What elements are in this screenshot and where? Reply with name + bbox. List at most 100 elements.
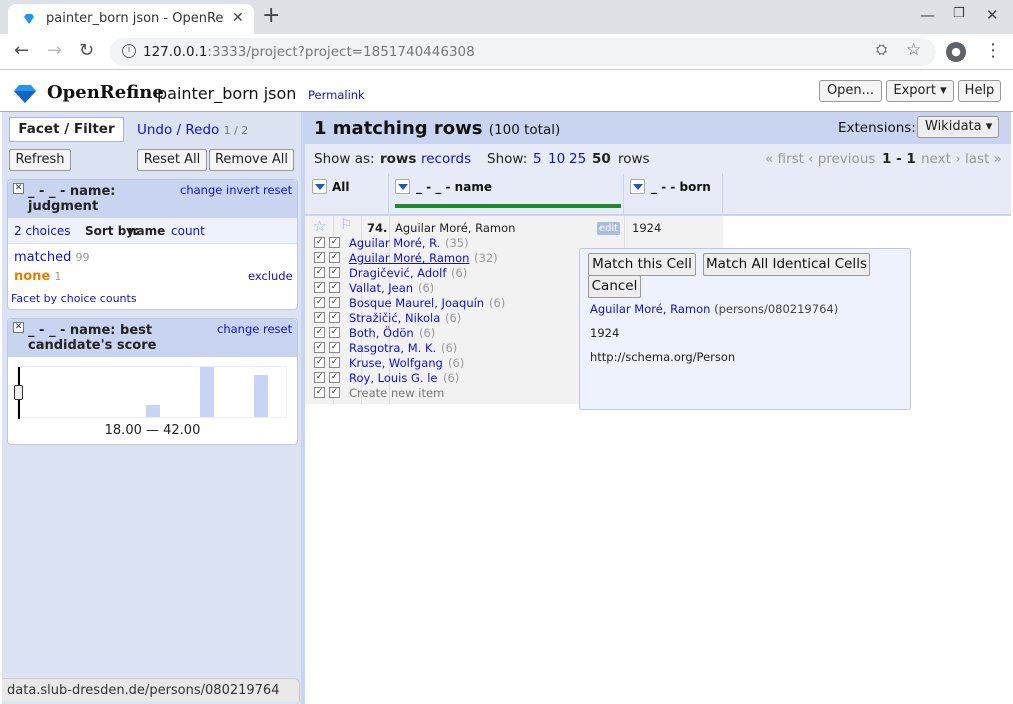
- column-born[interactable]: _ - - born: [625, 174, 723, 216]
- match-all-check-icon[interactable]: ✓: [329, 327, 340, 338]
- pager-next[interactable]: next ›: [921, 151, 961, 167]
- score-histogram[interactable]: [14, 366, 287, 419]
- pager-previous[interactable]: ‹ previous: [808, 151, 875, 167]
- match-all-check-icon[interactable]: ✓: [329, 372, 340, 383]
- match-check-icon[interactable]: ✓: [314, 297, 325, 308]
- mode-records[interactable]: records: [421, 151, 471, 167]
- candidate-name[interactable]: Kruse, Wolfgang: [349, 356, 443, 370]
- open-button[interactable]: Open...: [819, 80, 882, 102]
- page-size-50[interactable]: 50: [592, 151, 611, 167]
- help-button[interactable]: Help: [958, 80, 1001, 102]
- export-button[interactable]: Export ▾: [886, 80, 954, 102]
- column-menu-icon[interactable]: [312, 179, 327, 194]
- column-menu-icon[interactable]: [395, 179, 410, 194]
- openrefine-logo-icon[interactable]: [14, 85, 36, 103]
- create-check-icon[interactable]: ✓: [314, 387, 325, 398]
- sort-by-name[interactable]: name: [128, 224, 165, 238]
- match-all-check-icon[interactable]: ✓: [329, 252, 340, 263]
- reset-all-button[interactable]: Reset All: [137, 149, 207, 171]
- refresh-button[interactable]: Refresh: [9, 149, 71, 171]
- match-all-check-icon[interactable]: ✓: [329, 282, 340, 293]
- create-new-label[interactable]: Create new item: [349, 386, 444, 400]
- remove-facet-icon[interactable]: ✕: [13, 183, 24, 194]
- account-icon[interactable]: ●: [946, 42, 966, 62]
- browser-tab[interactable]: painter_born json - OpenRefine ✕: [8, 4, 254, 34]
- column-all[interactable]: All: [305, 174, 389, 216]
- candidate-name[interactable]: Stražičić, Nikola: [349, 311, 440, 325]
- tab-undo-redo[interactable]: Undo / Redo 1 / 2: [137, 122, 248, 138]
- reload-icon[interactable]: ↻: [79, 39, 94, 63]
- choice-matched[interactable]: matched 99: [14, 250, 90, 265]
- bookmark-star-icon[interactable]: ☆: [906, 40, 921, 60]
- pager-first[interactable]: « first: [765, 151, 804, 167]
- remove-all-button[interactable]: Remove All: [209, 149, 294, 171]
- remove-facet-icon[interactable]: ✕: [13, 322, 24, 333]
- match-check-icon[interactable]: ✓: [314, 342, 325, 353]
- sort-by-count[interactable]: count: [171, 224, 205, 238]
- permalink-link[interactable]: Permalink: [308, 88, 365, 102]
- match-check-icon[interactable]: ✓: [314, 312, 325, 323]
- translate-icon[interactable]: ⛭: [876, 42, 887, 58]
- match-all-check-icon[interactable]: ✓: [329, 357, 340, 368]
- facet-change-link[interactable]: change: [180, 183, 222, 197]
- info-icon[interactable]: i: [122, 44, 136, 58]
- match-check-icon[interactable]: ✓: [314, 357, 325, 368]
- match-check-icon[interactable]: ✓: [314, 327, 325, 338]
- forward-icon[interactable]: →: [47, 39, 62, 63]
- match-all-check-icon[interactable]: ✓: [329, 342, 340, 353]
- minimize-icon[interactable]: —: [920, 6, 935, 24]
- pager-last[interactable]: last »: [965, 151, 1002, 167]
- tab-facet-filter[interactable]: Facet / Filter: [9, 117, 124, 142]
- close-window-icon[interactable]: ✕: [986, 6, 999, 24]
- candidate-name[interactable]: Roy, Louis G. le: [349, 371, 438, 385]
- new-tab-icon[interactable]: +: [262, 4, 280, 28]
- facet-reset-link[interactable]: reset: [263, 183, 292, 197]
- facet-by-choice-counts-link[interactable]: Facet by choice counts: [11, 292, 137, 305]
- match-check-icon[interactable]: ✓: [314, 282, 325, 293]
- page-size-5[interactable]: 5: [533, 151, 542, 167]
- match-all-check-icon[interactable]: ✓: [329, 237, 340, 248]
- range-handle-left[interactable]: [14, 385, 23, 400]
- facet-invert-link[interactable]: invert: [226, 183, 260, 197]
- edit-cell-button[interactable]: edit: [597, 222, 620, 235]
- extensions-dropdown[interactable]: Wikidata ▾: [917, 116, 999, 138]
- match-check-icon[interactable]: ✓: [314, 252, 325, 263]
- candidate-name[interactable]: Rasgotra, M. K.: [349, 341, 436, 355]
- match-check-icon[interactable]: ✓: [314, 237, 325, 248]
- choice-none[interactable]: none 1: [14, 269, 61, 284]
- page-size-25[interactable]: 25: [569, 151, 586, 167]
- match-check-icon[interactable]: ✓: [314, 372, 325, 383]
- project-name[interactable]: painter_born json: [157, 84, 296, 103]
- match-all-identical-button[interactable]: Match All Identical Cells: [703, 253, 870, 276]
- candidate-name[interactable]: Dragičević, Adolf: [349, 266, 446, 280]
- address-bar[interactable]: i 127.0.0.1:3333/project?project=1851740…: [110, 38, 936, 66]
- mode-rows[interactable]: rows: [380, 151, 416, 167]
- match-all-check-icon[interactable]: ✓: [329, 312, 340, 323]
- candidate-name[interactable]: Aguilar Moré, Ramon: [349, 251, 469, 265]
- match-all-check-icon[interactable]: ✓: [329, 267, 340, 278]
- restore-icon[interactable]: ❐: [953, 6, 965, 21]
- entity-link[interactable]: Aguilar Moré, Ramon: [590, 302, 710, 316]
- page-size-10[interactable]: 10: [548, 151, 565, 167]
- facet-change-link[interactable]: change: [217, 322, 259, 336]
- column-menu-icon[interactable]: [630, 179, 645, 194]
- back-icon[interactable]: ←: [14, 39, 29, 63]
- candidate-name[interactable]: Vallat, Jean: [349, 281, 413, 295]
- column-name[interactable]: _ - _ - name: [390, 174, 624, 216]
- cancel-button[interactable]: Cancel: [588, 275, 641, 298]
- create-all-check-icon[interactable]: ✓: [329, 387, 340, 398]
- app-brand[interactable]: OpenRefine: [47, 82, 164, 103]
- star-icon[interactable]: ☆: [313, 217, 326, 235]
- close-tab-icon[interactable]: ✕: [232, 10, 244, 26]
- match-check-icon[interactable]: ✓: [314, 267, 325, 278]
- candidate-name[interactable]: Bosque Maurel, Joaquín: [349, 296, 484, 310]
- candidate-name[interactable]: Aguilar Moré, R.: [349, 236, 440, 250]
- choices-count-link[interactable]: 2 choices: [14, 224, 71, 238]
- flag-icon[interactable]: ⚐: [340, 217, 353, 233]
- match-this-cell-button[interactable]: Match this Cell: [588, 253, 696, 276]
- exclude-link[interactable]: exclude: [248, 269, 293, 283]
- candidate-name[interactable]: Both, Ödön: [349, 326, 414, 340]
- facet-reset-link[interactable]: reset: [263, 322, 292, 336]
- browser-menu-icon[interactable]: ⋮: [984, 40, 1002, 61]
- match-all-check-icon[interactable]: ✓: [329, 297, 340, 308]
